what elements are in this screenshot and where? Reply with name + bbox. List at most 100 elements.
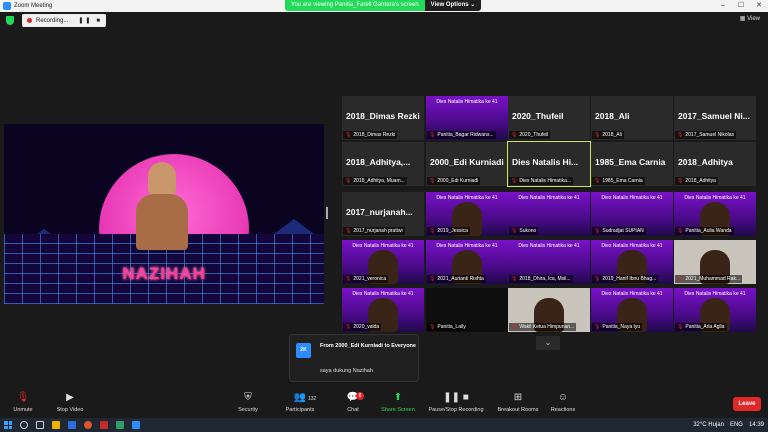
participant-tile[interactable]: Dies Natalis Himatika ke 41 🎙 2019_Hanif I…	[591, 240, 673, 284]
participant-tile[interactable]: 2017_nurjanah... 🎙 2017_nurjanah pratiwi	[342, 192, 424, 236]
participant-tile[interactable]: Dies Natalis Himatika ke 41 🎙 Sudradjat SU…	[591, 192, 673, 236]
participant-caption: 🎙 Panitia_Laily	[427, 323, 468, 331]
participant-caption-name: 2017_Samuel Nikolas	[685, 132, 734, 138]
share-screen-button[interactable]: ⬆ Share Screen	[378, 392, 418, 413]
shield-icon[interactable]	[6, 16, 14, 25]
app-icon[interactable]	[100, 421, 108, 429]
split-drag-handle[interactable]	[326, 207, 328, 219]
participant-caption: 🎙 2018_Adhitya, Muam...	[343, 177, 407, 185]
search-icon[interactable]	[20, 421, 28, 429]
view-options-button[interactable]: View Options ⌄	[424, 0, 482, 11]
character-illustration	[132, 162, 192, 254]
close-button[interactable]: ✕	[750, 0, 768, 12]
muted-mic-icon: 🎙	[677, 276, 684, 282]
participant-tile[interactable]: 2018_Ali 🎙 2018_Ali	[591, 96, 673, 140]
chat-sender-line: From 2000_Edi Kurniadi to Everyone	[320, 343, 416, 349]
participant-caption: 🎙 2000_Edi Kurniadi	[427, 177, 481, 185]
participant-caption-name: 2019_Hanif Ibnu Bhag...	[602, 276, 657, 282]
participant-tile[interactable]: Dies Natalis Himatika ke 41 🎙 2021_veronic…	[342, 240, 424, 284]
share-screen-icon: ⬆	[393, 392, 403, 403]
muted-mic-icon: 🎙	[677, 132, 684, 138]
muted-mic-icon: 🎙	[594, 132, 601, 138]
participant-tile[interactable]: 2020_Thufeil 🎙 2020_Thufeil	[508, 96, 590, 140]
chat-notification[interactable]: 2K From 2000_Edi Kurniadi to Everyone sa…	[289, 334, 419, 382]
unmute-button[interactable]: 🎙 Unmute	[10, 392, 36, 413]
participant-tile[interactable]: 2017_Samuel Ni... 🎙 2017_Samuel Nikolas	[674, 96, 756, 140]
windows-start-icon[interactable]	[4, 421, 12, 429]
virtual-background-text: Dies Natalis Himatika ke 41	[436, 99, 498, 105]
participant-tile[interactable]: Dies Natalis Himatika ke 41 🎙 Panitia_Arla…	[674, 288, 756, 332]
breakout-rooms-icon: ⊞	[513, 392, 523, 403]
participant-display-name: 2020_Thufeil	[512, 111, 564, 121]
participant-caption: 🎙 1985_Ema Carnia	[592, 177, 645, 185]
participant-tile[interactable]: 🎙 Wakil Ketua Himpunan...	[508, 288, 590, 332]
participant-tile[interactable]: Dies Natalis Himatika ke 41 🎙 Panitia_Auli…	[674, 192, 756, 236]
participant-caption-name: Sudradjat SUPIAN	[602, 228, 644, 234]
gallery-view: 2018_Dimas Rezki 🎙 2018_Dimas Rezki Dies Na…	[342, 96, 757, 334]
participant-caption: 🎙 2017_Samuel Nikolas	[675, 131, 736, 139]
participant-tile[interactable]: Dies Natalis Himatika ke 41 🎙 Panitia_Naya…	[591, 288, 673, 332]
zoom-taskbar-icon[interactable]	[132, 421, 140, 429]
participant-tile[interactable]: 🎙 Panitia_Laily	[426, 288, 508, 332]
maximize-button[interactable]: ☐	[732, 0, 750, 12]
participant-caption: 🎙 Panitia_Arla Aglia	[675, 323, 727, 331]
participant-caption-name: 2018_Adhitya	[685, 178, 716, 184]
muted-mic-icon: 🎙	[345, 276, 352, 282]
smiley-icon: ☺	[557, 392, 569, 403]
participant-tile[interactable]: Dies Natalis Hi... 🎙 Dies Natalis Himatika…	[507, 141, 591, 187]
participant-caption-name: 2018_Dhira, Ica, Msil...	[519, 276, 571, 282]
participant-tile[interactable]: 🎙 2021_Muhammad Rak...	[674, 240, 756, 284]
muted-mic-icon: 🎙	[511, 132, 518, 138]
breakout-rooms-label: Breakout Rooms	[497, 407, 539, 413]
participant-tile[interactable]: Dies Natalis Himatika ke 41 🎙 Sukono	[508, 192, 590, 236]
participant-tile[interactable]: 1985_Ema Carnia 🎙 1985_Ema Carnia	[591, 142, 673, 186]
participant-tile[interactable]: Dies Natalis Himatika ke 41 🎙 2020_valda	[342, 288, 424, 332]
participant-tile[interactable]: Dies Natalis Himatika ke 41 🎙 Panitia_Baga…	[426, 96, 508, 140]
participant-tile[interactable]: Dies Natalis Himatika ke 41 🎙 2019_Jessica	[426, 192, 508, 236]
gallery-collapse-button[interactable]: ⌄	[536, 336, 560, 350]
participant-caption-name: 2018_Dimas Rezki	[353, 132, 396, 138]
participant-tile[interactable]: Dies Natalis Himatika ke 41 🎙 2021_Auriant…	[426, 240, 508, 284]
stop-video-button[interactable]: ▶ Stop Video	[52, 392, 88, 413]
virtual-background-text: Dies Natalis Himatika ke 41	[601, 243, 663, 249]
file-explorer-icon[interactable]	[52, 421, 60, 429]
breakout-rooms-button[interactable]: ⊞ Breakout Rooms	[494, 392, 542, 413]
shared-screen: NAZIHAH	[4, 124, 324, 304]
muted-mic-icon: 🎙	[429, 132, 436, 138]
participant-display-name: 1985_Ema Carnia	[595, 157, 666, 167]
muted-mic-icon: 🎙	[16, 392, 30, 403]
app-icon[interactable]	[68, 421, 76, 429]
app-icon[interactable]	[116, 421, 124, 429]
task-view-icon[interactable]	[36, 421, 44, 429]
browser-icon[interactable]	[84, 421, 92, 429]
participant-tile[interactable]: 2018_Adhitya 🎙 2018_Adhitya	[674, 142, 756, 186]
stop-recording-button[interactable]: ■	[96, 18, 102, 24]
muted-mic-icon: 🎙	[594, 228, 601, 234]
participant-tile[interactable]: 2018_Dimas Rezki 🎙 2018_Dimas Rezki	[342, 96, 424, 140]
chat-label: Chat	[347, 407, 359, 413]
muted-mic-icon: 🎙	[429, 178, 436, 184]
pause-recording-button[interactable]: ❚❚	[78, 17, 92, 24]
participant-caption: 🎙 2021_Aurianti Rishta	[427, 275, 486, 283]
view-button[interactable]: ▦ View	[740, 15, 760, 22]
windows-taskbar	[0, 418, 768, 432]
virtual-background-text: Dies Natalis Himatika ke 41	[352, 243, 414, 249]
muted-mic-icon: 🎙	[345, 228, 352, 234]
participant-caption-name: 2000_Edi Kurniadi	[437, 178, 479, 184]
reactions-button[interactable]: ☺ Reactions	[548, 392, 578, 413]
leave-button[interactable]: Leave	[733, 397, 761, 411]
security-button[interactable]: ⛨ Security	[234, 392, 262, 413]
pause-stop-recording-button[interactable]: ❚❚ ■ Pause/Stop Recording	[425, 392, 487, 413]
participant-caption-name: 2021_Aurianti Rishta	[437, 276, 484, 282]
clock[interactable]: 14:39	[749, 422, 764, 428]
weather-text[interactable]: 32°C Hujan	[693, 422, 724, 428]
virtual-background-text: Dies Natalis Himatika ke 41	[518, 195, 580, 201]
participant-caption-name: 2021_veronica	[353, 276, 387, 282]
muted-mic-icon: 🎙	[511, 324, 518, 330]
minimize-button[interactable]: –	[714, 0, 732, 12]
security-label: Security	[238, 407, 258, 413]
participant-tile[interactable]: 2018_Adhitya,... 🎙 2018_Adhitya, Muam...	[342, 142, 424, 186]
language-indicator[interactable]: ENG	[730, 422, 743, 428]
participant-tile[interactable]: 2000_Edi Kurniadi 🎙 2000_Edi Kurniadi	[426, 142, 508, 186]
participant-tile[interactable]: Dies Natalis Himatika ke 41 🎙 2018_Dhira, …	[508, 240, 590, 284]
